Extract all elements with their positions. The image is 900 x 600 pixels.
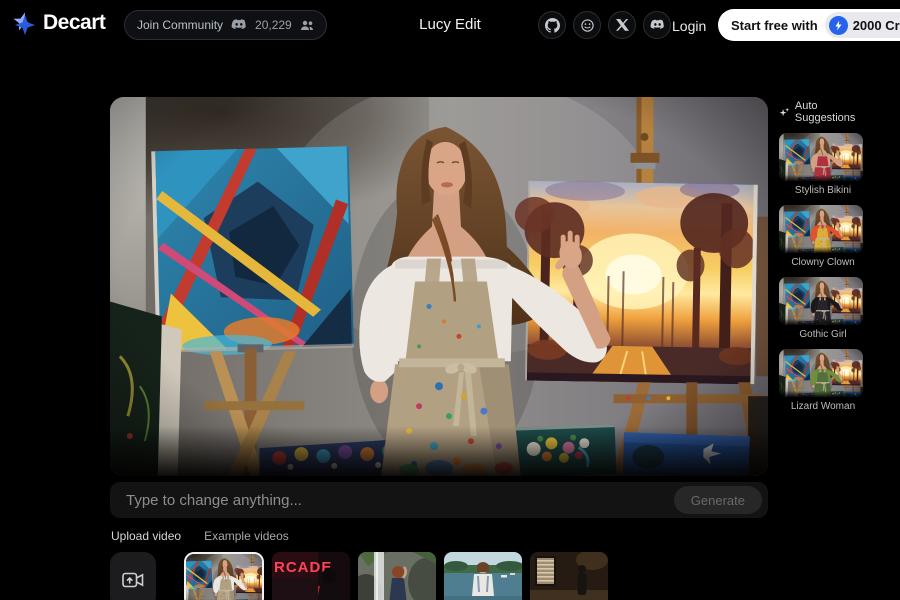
example-thumbnail bbox=[186, 554, 262, 600]
suggestion-label: Gothic Girl bbox=[779, 325, 867, 342]
suggestion-label: Stylish Bikini bbox=[779, 181, 867, 198]
example-video-lake[interactable] bbox=[444, 552, 522, 600]
login-button[interactable]: Login bbox=[672, 18, 706, 34]
suggestion-thumbnail bbox=[779, 205, 863, 253]
page-title: Lucy Edit bbox=[419, 16, 481, 33]
credits-amount: 2000 Credits bbox=[853, 18, 900, 33]
sparkles-icon bbox=[779, 106, 790, 119]
member-count: 20,229 bbox=[255, 18, 292, 32]
tab-example-videos[interactable]: Example videos bbox=[204, 529, 289, 543]
example-videos-strip: RCADE bbox=[110, 552, 608, 600]
github-icon[interactable] bbox=[538, 11, 566, 39]
example-video-artist-studio[interactable] bbox=[184, 552, 264, 600]
huggingface-icon[interactable] bbox=[573, 11, 601, 39]
header: Decart Join Community 20,229 Lucy Edit bbox=[0, 0, 900, 50]
example-thumbnail bbox=[358, 552, 436, 600]
logo-mark-icon bbox=[12, 11, 36, 35]
decart-logo[interactable]: Decart bbox=[12, 11, 105, 35]
lucy-edit-app: Decart Join Community 20,229 Lucy Edit bbox=[0, 0, 900, 600]
suggestion-thumbnail bbox=[779, 133, 863, 181]
prompt-bar: Generate bbox=[110, 482, 768, 518]
generate-button[interactable]: Generate bbox=[674, 486, 762, 514]
bolt-icon bbox=[829, 16, 848, 35]
x-icon[interactable] bbox=[608, 11, 636, 39]
auto-suggestions-panel: Auto Suggestions Stylish Bikini Clowny C… bbox=[779, 100, 867, 421]
video-source-tabs: Upload video Example videos bbox=[111, 529, 289, 543]
studio-scene-image bbox=[110, 97, 768, 476]
suggestion-stylish-bikini[interactable]: Stylish Bikini bbox=[779, 133, 867, 198]
suggestion-label: Lizard Woman bbox=[779, 397, 867, 414]
suggestion-thumbnail bbox=[779, 349, 863, 397]
suggestion-label: Clowny Clown bbox=[779, 253, 867, 270]
join-community-label: Join Community bbox=[137, 18, 223, 32]
example-video-room[interactable] bbox=[530, 552, 608, 600]
suggestion-lizard-woman[interactable]: Lizard Woman bbox=[779, 349, 867, 414]
join-community-button[interactable]: Join Community 20,229 bbox=[124, 10, 327, 40]
discord-icon bbox=[231, 19, 247, 31]
video-preview[interactable] bbox=[110, 97, 768, 476]
discord-social-icon[interactable] bbox=[643, 11, 671, 39]
example-thumbnail: RCADE bbox=[272, 552, 350, 600]
video-upload-icon bbox=[121, 570, 145, 590]
example-video-arcade[interactable]: RCADE bbox=[272, 552, 350, 600]
cta-prefix: Start free with bbox=[731, 18, 818, 33]
example-video-waterfall[interactable] bbox=[358, 552, 436, 600]
upload-video-button[interactable] bbox=[110, 552, 156, 600]
auto-suggestions-title: Auto Suggestions bbox=[779, 100, 867, 124]
logo-text: Decart bbox=[43, 11, 105, 35]
tab-upload-video[interactable]: Upload video bbox=[111, 529, 181, 543]
suggestion-gothic-girl[interactable]: Gothic Girl bbox=[779, 277, 867, 342]
suggestion-clowny-clown[interactable]: Clowny Clown bbox=[779, 205, 867, 270]
prompt-input[interactable] bbox=[110, 492, 768, 509]
start-free-button[interactable]: Start free with 2000 Credits bbox=[718, 9, 900, 41]
example-thumbnail bbox=[444, 552, 522, 600]
example-thumbnail bbox=[530, 552, 608, 600]
users-icon bbox=[300, 20, 314, 31]
suggestion-thumbnail bbox=[779, 277, 863, 325]
credits-badge: 2000 Credits bbox=[825, 12, 900, 38]
